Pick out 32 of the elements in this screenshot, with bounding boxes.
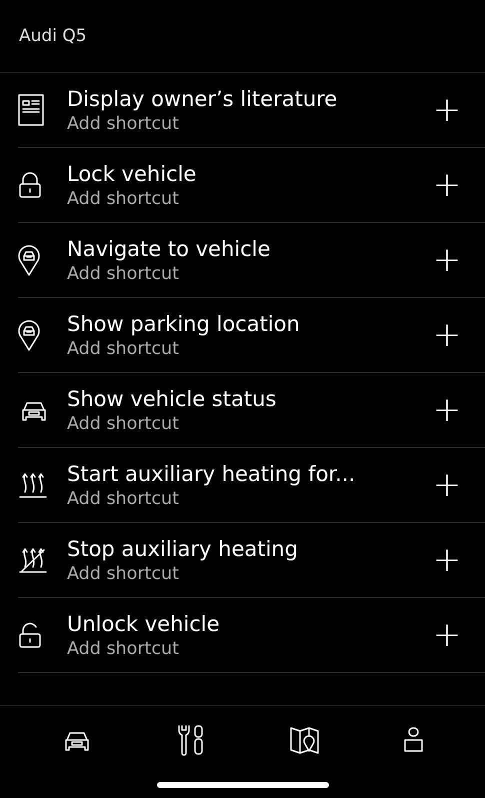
action-title: Display owner’s literature [67, 86, 338, 112]
action-subtitle: Add shortcut [67, 412, 180, 434]
action-title: Start auxiliary heating for... [67, 460, 356, 486]
car-pin-icon [18, 244, 40, 276]
action-title: Lock vehicle [67, 160, 198, 186]
action-subtitle: Add shortcut [67, 338, 180, 360]
document-icon [18, 94, 44, 126]
action-title: Show parking location [67, 310, 301, 336]
add-shortcut-button[interactable]: + [425, 90, 469, 130]
open-padlock-icon [18, 621, 42, 649]
map-pin-icon[interactable] [288, 725, 321, 755]
action-subtitle: Add shortcut [67, 112, 180, 134]
car-pin-icon [18, 319, 40, 351]
add-shortcut-button[interactable]: + [425, 390, 469, 430]
padlock-icon [18, 171, 42, 199]
add-shortcut-button[interactable]: + [425, 540, 469, 580]
action-title: Unlock vehicle [67, 610, 221, 636]
action-subtitle: Add shortcut [67, 262, 180, 284]
action-subtitle: Add shortcut [67, 562, 180, 584]
profile-icon[interactable] [404, 727, 424, 753]
action-subtitle: Add shortcut [67, 488, 180, 510]
action-title: Navigate to vehicle [67, 236, 272, 262]
add-shortcut-button[interactable]: + [425, 465, 469, 505]
add-shortcut-button[interactable]: + [425, 165, 469, 205]
action-title: Show vehicle status [67, 386, 278, 412]
add-shortcut-button[interactable]: + [425, 615, 469, 655]
action-subtitle: Add shortcut [67, 638, 180, 660]
add-shortcut-button[interactable]: + [425, 315, 469, 355]
action-title: Stop auxiliary heating [67, 536, 299, 562]
vehicle-name: Audi Q5 [19, 26, 87, 46]
add-shortcut-button[interactable]: + [425, 240, 469, 280]
action-subtitle: Add shortcut [67, 188, 180, 210]
